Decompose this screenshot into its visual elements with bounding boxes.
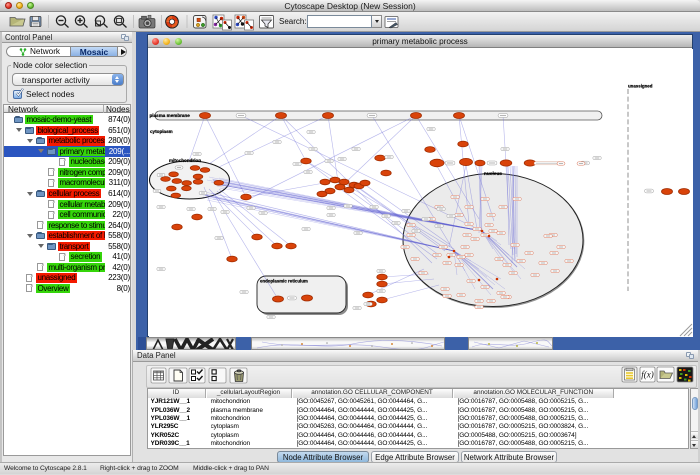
svg-text:nucleus: nucleus [483,171,501,177]
svg-text:unassigned: unassigned [628,83,653,88]
svg-text:f(x): f(x) [641,370,654,380]
svg-text:mitochondrion: mitochondrion [169,158,201,163]
svg-text:plasma membrane: plasma membrane [149,113,190,118]
svg-text:endoplasmic reticulum: endoplasmic reticulum [260,278,308,283]
svg-text:cytoplasm: cytoplasm [150,129,173,134]
